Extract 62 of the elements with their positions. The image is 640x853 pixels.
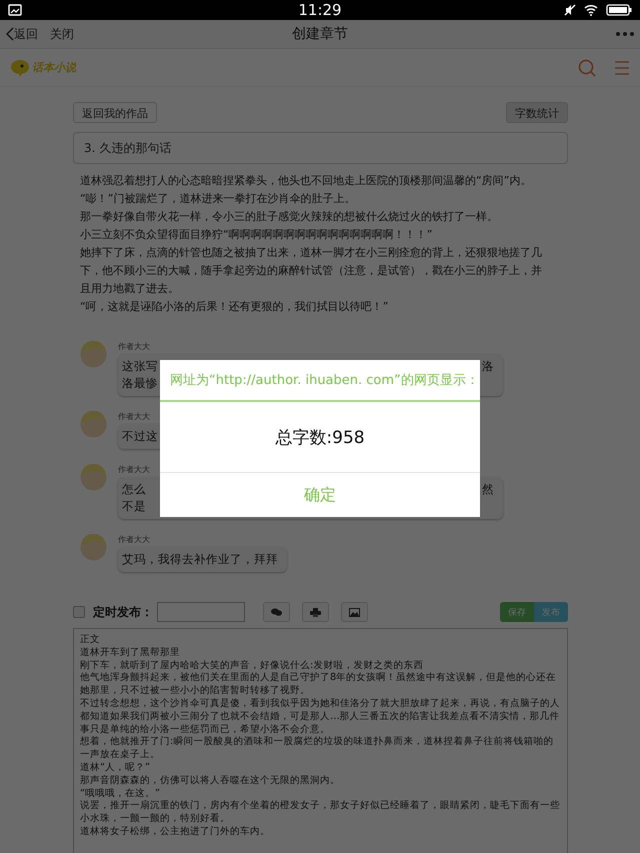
comment-button[interactable]: [263, 602, 290, 622]
comment-text: 不是: [122, 498, 146, 515]
search-icon[interactable]: [578, 58, 596, 76]
editor-paragraph: 道林开车到了黑帮那里: [80, 646, 181, 660]
chapter-title-field[interactable]: 3. 久违的那句话: [73, 132, 568, 164]
chapter-paragraph: “呵，这就是诬陷小洛的后果！还有更狠的，我们拭目以待吧！”: [80, 299, 390, 315]
avatar-icon: [80, 534, 107, 561]
publish-button[interactable]: 发布: [534, 602, 568, 622]
comment-text: 洛: [482, 358, 494, 375]
back-link[interactable]: 返回: [6, 26, 38, 42]
more-icon[interactable]: [616, 32, 634, 36]
editor-paragraph: 说罢，推开一扇沉重的铁门，房内有个坐着的橙发女子，那女子好似已经睡着了，眼睛紧闭，睫毛下面有一些小水珠，一颤一颤的，特别好看。: [80, 800, 561, 826]
wifi-icon: [584, 4, 598, 16]
editor-paragraph: 不过转念想想，这个沙肖伞可真是傻，看到我似乎因为她和佳洛分了就大胆放肆了起来，再说，有点脑子的人都知道如果我们两被小三闹分了也就不会结婚，可是那人…那人三番五次的陷害让我差点看不清实情，那几件事只是单纯的给小洛一些惩罚而已，希望小洛不会介意。: [80, 698, 561, 736]
comment-author: 作者大大: [118, 465, 150, 475]
schedule-time-field[interactable]: [157, 602, 245, 622]
editor-paragraph: 道林“人，呢？”: [80, 762, 152, 775]
clock-time: 11:29: [298, 1, 342, 19]
editor-paragraph: “哦哦哦，在这。”: [80, 788, 162, 800]
comment-author: 作者大大: [118, 342, 150, 352]
chapter-paragraph: 小三立刻不负众望得面目狰狞“啊啊啊啊啊啊啊啊啊啊啊啊啊啊啊！！！”: [80, 227, 434, 243]
bird-logo-icon: [10, 58, 30, 76]
image-button[interactable]: [341, 602, 368, 622]
editor-paragraph: 他气地浑身颤抖起来，被他们关在里面的人是自己守护了8年的女孩啊！虽然途中有这误解，但是他的心还在她那里，只不过被一些小小的陷害暂时转移了视野。: [80, 672, 558, 698]
comment-text: 然: [482, 481, 494, 498]
avatar-icon: [80, 464, 107, 491]
editor-paragraph: 道林将女子松绑，公主抱进了门外的车内。: [80, 826, 271, 839]
battery-icon: [606, 4, 632, 16]
speech-bubbles-icon: [271, 608, 282, 616]
word-count-button[interactable]: 字数统计: [506, 102, 568, 123]
editor-paragraph: 正文: [80, 634, 101, 647]
close-link[interactable]: 关闭: [50, 26, 74, 42]
schedule-checkbox[interactable]: [73, 606, 85, 618]
comment-author: 作者大大: [118, 412, 150, 422]
chapter-paragraph: “嘭！”门被踹烂了，道林进来一拳打在沙肖伞的肚子上。: [80, 191, 356, 207]
image-icon: [349, 608, 360, 616]
schedule-label: 定时发布：: [93, 604, 153, 620]
editor-paragraph: 刚下车，就听到了屋内哈哈大笑的声音，好像说什么:发财啦，发财之类的东西: [80, 660, 424, 672]
chapter-paragraph: 道林强忍着想打人的心态暗暗捏紧拳头，他头也不回地走上医院的顶楼那间温馨的“房间”内。: [80, 173, 532, 189]
comment-author: 作者大大: [118, 535, 150, 545]
gallery-icon: [8, 4, 22, 16]
editor-paragraph: 那声音阴森森的，仿佛可以将人吞噬在这个无限的黑洞内。: [80, 774, 341, 788]
editor-paragraph: 想着，他就推开了门:瞬间一股酸臭的酒味和一股腐烂的垃圾的味道扑鼻而来，道林捏着鼻子往前将钱箱啪的一声放在桌子上。: [80, 736, 554, 762]
comment-text: 这张写: [122, 358, 158, 375]
chevron-left-icon: [6, 27, 14, 41]
muted-icon: [564, 4, 576, 16]
chapter-paragraph: 她摔下了床，点滴的针管也随之被抽了出来，道林一脚才在小三刚痊愈的背上，还狠狠地搓了几下，他不顾小三的大喊，随手拿起旁边的麻醉针试管（注意，是试管），戳在小三的脖子上，并且用力地戳了进去。: [80, 245, 543, 297]
dialog-title: 网址为“http://author. ihuaben. com”的网页显示：: [160, 360, 480, 402]
print-button[interactable]: [302, 602, 329, 622]
comment-text: 洛最惨: [122, 375, 158, 392]
site-logo: 话本小说: [32, 60, 76, 75]
save-button[interactable]: 保存: [500, 602, 534, 622]
comment-text: 不过这: [122, 428, 158, 445]
menu-icon[interactable]: [614, 60, 630, 74]
comment-text: 艾玛，我得去补作业了，拜拜: [122, 551, 278, 568]
avatar-icon: [80, 341, 107, 368]
chapter-paragraph: 那一拳好像自带火花一样，令小三的肚子感觉火辣辣的想被什么烧过火的铁打了一样。: [80, 209, 499, 225]
content-editor[interactable]: [73, 628, 568, 853]
comment-text: 怎么: [122, 481, 146, 498]
avatar-icon: [80, 411, 107, 438]
back-to-works-button[interactable]: 返回我的作品: [73, 102, 157, 123]
page-title: 创建章节: [292, 25, 348, 43]
